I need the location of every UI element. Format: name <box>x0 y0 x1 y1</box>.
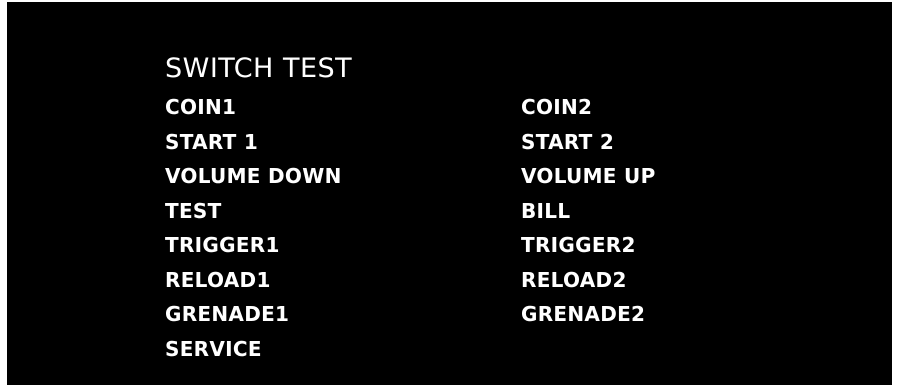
switch-label-service: SERVICE <box>165 336 262 361</box>
switch-test-title: SWITCH TEST <box>165 53 353 84</box>
switch-label-coin1: COIN1 <box>165 95 237 119</box>
switch-label-trigger2: TRIGGER2 <box>521 233 636 257</box>
switch-label-trigger1: TRIGGER1 <box>165 233 280 257</box>
switch-label-grenade2: GRENADE2 <box>521 302 646 326</box>
switch-list-left: COIN1 START 1 VOLUME DOWN TEST TRIGGER1 … <box>165 90 342 366</box>
switch-label-start1: START 1 <box>165 129 259 154</box>
switch-label-reload2: RELOAD2 <box>521 267 627 292</box>
switch-label-test: TEST <box>165 198 222 223</box>
switch-label-grenade1: GRENADE1 <box>165 302 290 326</box>
switch-label-start2: START 2 <box>521 129 615 154</box>
switch-list-right: COIN2 START 2 VOLUME UP BILL TRIGGER2 RE… <box>521 90 656 332</box>
switch-label-bill: BILL <box>521 198 571 223</box>
game-screen: SWITCH TEST COIN1 START 1 VOLUME DOWN TE… <box>7 2 892 385</box>
switch-label-coin2: COIN2 <box>521 95 593 119</box>
switch-label-reload1: RELOAD1 <box>165 267 271 292</box>
switch-label-volume-down: VOLUME DOWN <box>165 164 342 188</box>
switch-label-volume-up: VOLUME UP <box>521 164 656 188</box>
